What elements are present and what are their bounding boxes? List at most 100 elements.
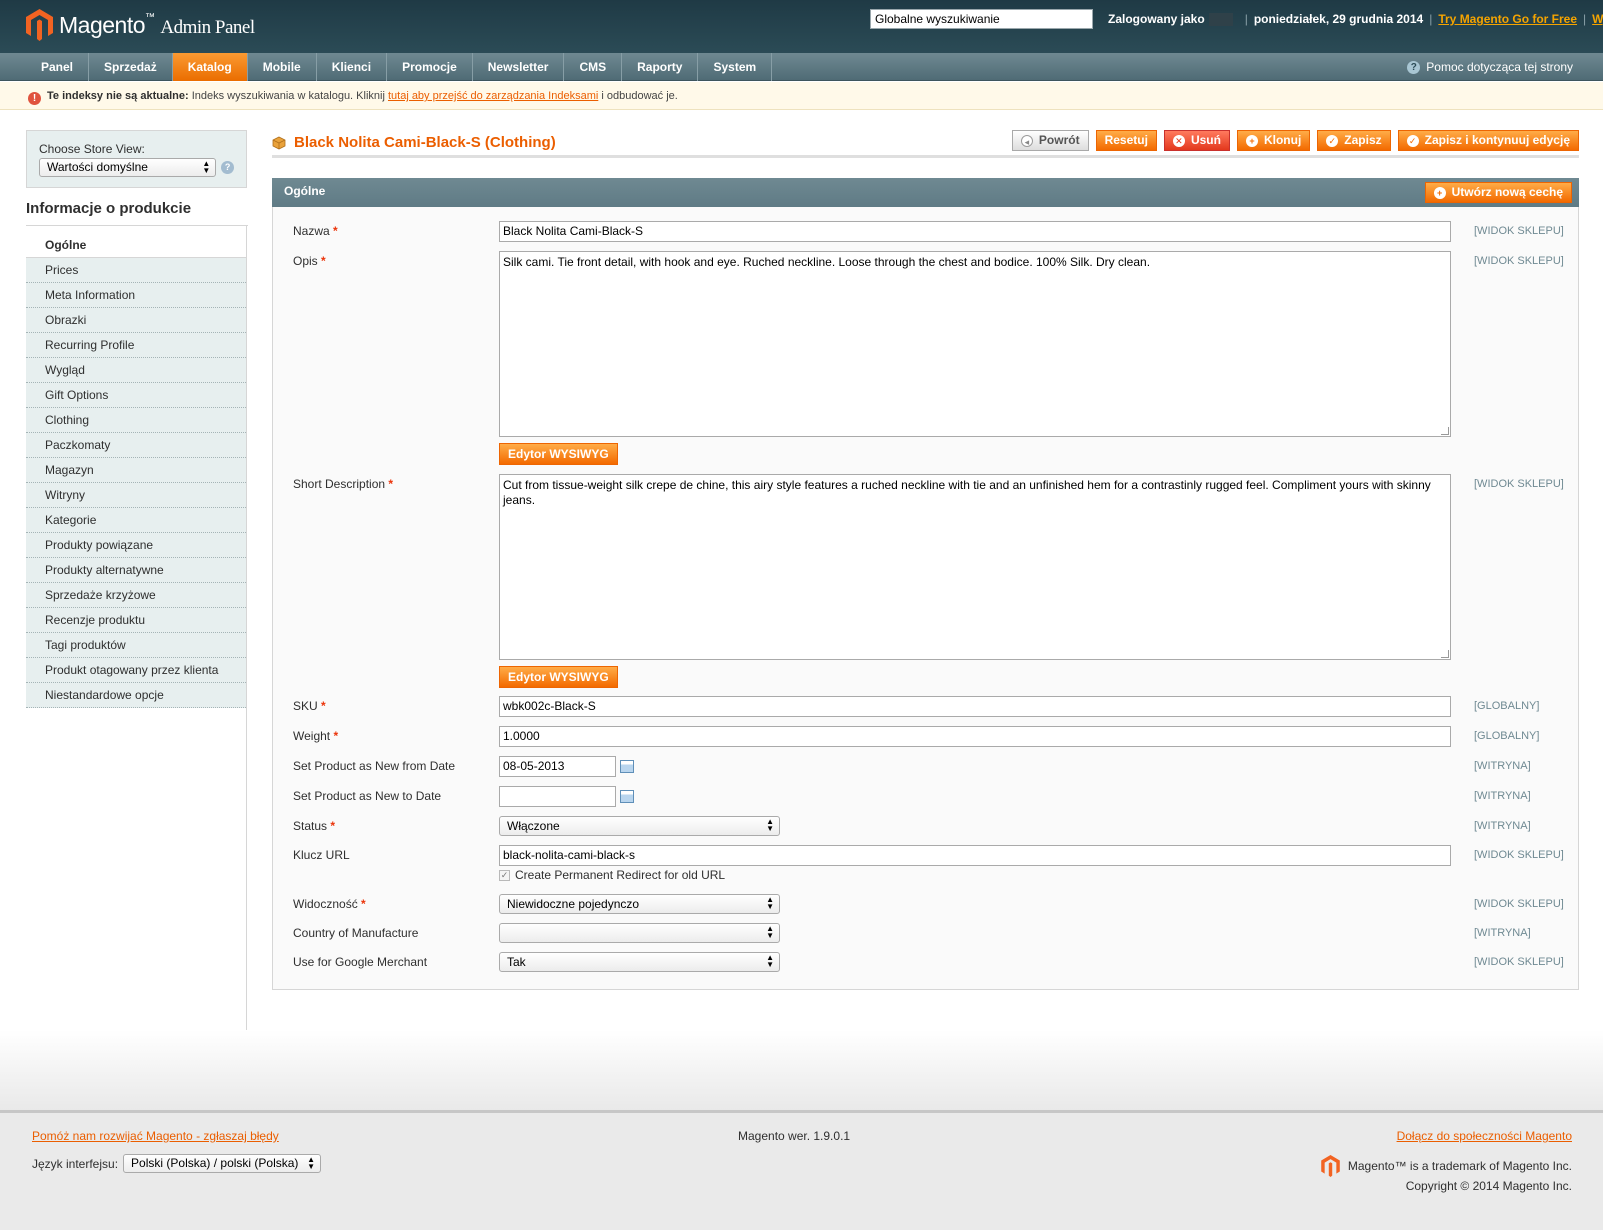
logout-link[interactable]: Wyloguj [1592,12,1603,26]
tab-design[interactable]: Wygląd [26,358,246,383]
nav-item-newsletter[interactable]: Newsletter [473,53,565,81]
back-arrow-icon: ◂ [1020,134,1033,147]
notice-text-end: i odbudować je. [601,90,678,102]
tab-recurring-profile[interactable]: Recurring Profile [26,333,246,358]
back-button[interactable]: ◂ Powrót [1011,130,1089,151]
tab-related-products[interactable]: Produkty powiązane [26,533,246,558]
magento-logo[interactable]: Magento™ Admin Panel [26,8,255,42]
short-description-scope: [WIDOK SKLEPU] [1474,478,1564,490]
logo-text: Magento [59,11,146,38]
status-label: Status * [293,819,336,833]
nav-item-cms[interactable]: CMS [564,53,623,81]
tab-inventory[interactable]: Magazyn [26,458,246,483]
report-bugs-link[interactable]: Pomóż nam rozwijać Magento - zgłaszaj bł… [32,1129,279,1143]
status-select[interactable]: Włączone ▲ ▼ [499,816,780,836]
community-link[interactable]: Dołącz do społeczności Magento [1397,1129,1572,1143]
header-user-bar: Zalogowany jako | poniedziałek, 29 grudn… [1108,12,1603,26]
username-redacted [1208,12,1233,26]
nav-items: Panel Sprzedaż Katalog Mobile Klienci Pr… [26,53,773,81]
interface-language-select[interactable]: Polski (Polska) / polski (Polska) ▲ ▼ [123,1154,322,1173]
short-description-wysiwyg-button[interactable]: Edytor WYSIWYG [499,666,618,688]
tab-product-reviews[interactable]: Recenzje produktu [26,608,246,633]
nav-item-system[interactable]: System [698,53,773,81]
select-arrows-icon: ▲ ▼ [307,1155,316,1171]
status-scope: [WITRYNA] [1474,820,1531,832]
google-merchant-select[interactable]: Tak ▲ ▼ [499,952,780,972]
tab-upsells[interactable]: Produkty alternatywne [26,558,246,583]
description-textarea[interactable]: Silk cami. Tie front detail, with hook a… [499,251,1451,437]
magento-small-logo-icon [1321,1155,1340,1177]
select-arrows-icon: ▲ ▼ [766,953,774,969]
resize-grip-icon[interactable] [1441,650,1449,658]
save-button[interactable]: ✓ Zapisz [1317,130,1391,151]
url-key-scope: [WIDOK SKLEPU] [1474,849,1564,861]
nav-item-mobile[interactable]: Mobile [248,53,317,81]
nav-item-customers[interactable]: Klienci [317,53,388,81]
delete-icon: ✕ [1172,134,1185,147]
new-to-date-input[interactable] [499,786,616,807]
index-management-link[interactable]: tutaj aby przejść do zarządzania Indeksa… [388,90,598,102]
tab-custom-options[interactable]: Niestandardowe opcje [26,683,246,708]
new-attribute-button[interactable]: + Utwórz nową cechę [1424,182,1572,203]
general-fieldset: Nazwa * Black Nolita Cami-Black-S [WIDOK… [272,207,1579,990]
tab-paczkomaty[interactable]: Paczkomaty [26,433,246,458]
tab-gift-options[interactable]: Gift Options [26,383,246,408]
permanent-redirect-checkbox[interactable]: ✓ [499,869,510,881]
nav-item-sales[interactable]: Sprzedaż [89,53,173,81]
check-icon: ✓ [1406,134,1419,147]
tab-product-tags[interactable]: Tagi produktów [26,633,246,658]
calendar-icon[interactable] [620,760,634,773]
description-wysiwyg-button[interactable]: Edytor WYSIWYG [499,443,618,465]
footer: Pomóż nam rozwijać Magento - zgłaszaj bł… [0,1110,1603,1230]
name-input[interactable]: Black Nolita Cami-Black-S [499,221,1451,242]
new-from-date-input[interactable]: 08-05-2013 [499,756,616,777]
tab-general[interactable]: Ogólne [26,233,246,258]
logo-tm: ™ [145,11,155,23]
country-select[interactable]: ▲ ▼ [499,923,780,943]
tab-clothing[interactable]: Clothing [26,408,246,433]
plus-icon: + [1245,134,1258,147]
plus-icon: + [1433,186,1446,199]
delete-button[interactable]: ✕ Usuń [1163,130,1230,151]
check-icon: ✓ [1326,134,1339,147]
tab-cross-sells[interactable]: Sprzedaże krzyżowe [26,583,246,608]
short-description-label: Short Description * [293,477,394,491]
store-help-icon[interactable]: ? [221,161,234,174]
visibility-select[interactable]: Niewidoczne pojedynczo ▲ ▼ [499,894,780,914]
short-description-textarea[interactable]: Cut from tissue-weight silk crepe de chi… [499,474,1451,660]
page-help-link[interactable]: ? Pomoc dotycząca tej strony [1407,53,1573,81]
copyright: Copyright © 2014 Magento Inc. [1405,1179,1572,1193]
store-view-select[interactable]: Wartości domyślne ▲ ▼ [39,158,217,177]
url-key-input[interactable]: black-nolita-cami-black-s [499,845,1451,866]
weight-scope: [GLOBALNY] [1474,730,1540,742]
tab-meta-information[interactable]: Meta Information [26,283,246,308]
new-to-scope: [WITRYNA] [1474,790,1531,802]
tab-prices[interactable]: Prices [26,258,246,283]
error-icon: ! [28,92,41,105]
sku-scope: [GLOBALNY] [1474,700,1540,712]
nav-item-catalog[interactable]: Katalog [172,53,248,81]
sidebar-divider [246,225,247,1031]
new-to-label: Set Product as New to Date [293,789,442,803]
visibility-scope: [WIDOK SKLEPU] [1474,898,1564,910]
save-continue-button[interactable]: ✓ Zapisz i kontynuuj edycję [1397,130,1579,151]
tab-categories[interactable]: Kategorie [26,508,246,533]
tab-images[interactable]: Obrazki [26,308,246,333]
resize-grip-icon[interactable] [1441,427,1449,435]
sku-input[interactable]: wbk002c-Black-S [499,696,1451,717]
tab-websites[interactable]: Witryny [26,483,246,508]
nav-item-reports[interactable]: Raporty [622,53,699,81]
calendar-icon[interactable] [620,790,634,803]
global-search-input[interactable] [870,9,1093,29]
tab-customer-tagged[interactable]: Produkt otagowany przez klienta [26,658,246,683]
visibility-label: Widoczność * [293,897,366,911]
clone-button[interactable]: + Klonuj [1236,130,1311,151]
permanent-redirect-label: Create Permanent Redirect for old URL [515,868,726,882]
nav-item-panel[interactable]: Panel [26,53,90,81]
nav-item-promotions[interactable]: Promocje [387,53,473,81]
weight-input[interactable]: 1.0000 [499,726,1451,747]
select-arrows-icon: ▲ ▼ [202,159,211,175]
try-magento-link[interactable]: Try Magento Go for Free [1438,12,1577,26]
main-nav: Panel Sprzedaż Katalog Mobile Klienci Pr… [0,53,1603,81]
reset-button[interactable]: Resetuj [1095,130,1157,151]
